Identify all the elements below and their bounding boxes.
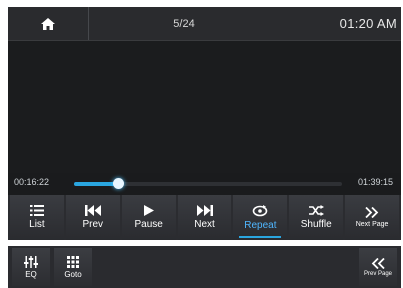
top-bar: 5/24 01:20 AM <box>8 7 401 41</box>
track-position: 5/24 <box>173 17 195 30</box>
prev-button[interactable]: Prev <box>65 195 120 240</box>
home-button[interactable] <box>8 7 89 40</box>
repeat-button[interactable]: Repeat <box>233 195 288 240</box>
progress-bar[interactable] <box>74 178 342 189</box>
home-icon <box>40 17 56 31</box>
total-time: 01:39:15 <box>357 177 393 187</box>
list-button[interactable]: List <box>10 195 64 240</box>
goto-button[interactable]: Goto <box>54 248 92 286</box>
skip-next-icon <box>196 205 213 216</box>
grid-icon <box>67 255 79 268</box>
next-button[interactable]: Next <box>177 195 232 240</box>
progress-handle[interactable] <box>113 178 125 189</box>
playback-controls: List Prev Pause Next Repeat Shuffle Next… <box>8 195 401 240</box>
next-page-label: Next Page <box>355 221 389 228</box>
next-page-button[interactable]: Next Page <box>345 195 400 240</box>
equalizer-icon <box>24 255 38 268</box>
prev-label: Prev <box>82 219 104 230</box>
shuffle-label: Shuffle <box>300 219 332 230</box>
skip-previous-icon <box>84 205 101 216</box>
list-icon <box>29 205 44 216</box>
shuffle-icon <box>308 205 324 216</box>
eq-button[interactable]: EQ <box>12 248 50 286</box>
secondary-panel: EQ Goto Prev Page <box>8 246 401 288</box>
elapsed-time: 00:16:22 <box>14 177 50 187</box>
repeat-label: Repeat <box>244 219 277 231</box>
list-label: List <box>29 219 45 230</box>
pause-button[interactable]: Pause <box>121 195 176 240</box>
media-player-screen: 5/24 01:20 AM 00:16:22 01:39:15 List Pre… <box>8 7 401 240</box>
prev-page-label: Prev Page <box>363 270 393 277</box>
play-icon <box>144 205 155 216</box>
clock: 01:20 AM <box>339 16 397 31</box>
eq-label: EQ <box>25 269 37 279</box>
chevron-double-right-icon <box>365 207 379 218</box>
goto-label: Goto <box>64 269 82 279</box>
next-label: Next <box>194 219 215 230</box>
video-area[interactable] <box>8 41 401 173</box>
prev-page-button[interactable]: Prev Page <box>359 248 397 286</box>
shuffle-button[interactable]: Shuffle <box>289 195 344 240</box>
repeat-icon <box>253 204 268 216</box>
progress-fill <box>74 182 119 186</box>
pause-label: Pause <box>134 219 163 230</box>
chevron-double-left-icon <box>371 257 385 269</box>
